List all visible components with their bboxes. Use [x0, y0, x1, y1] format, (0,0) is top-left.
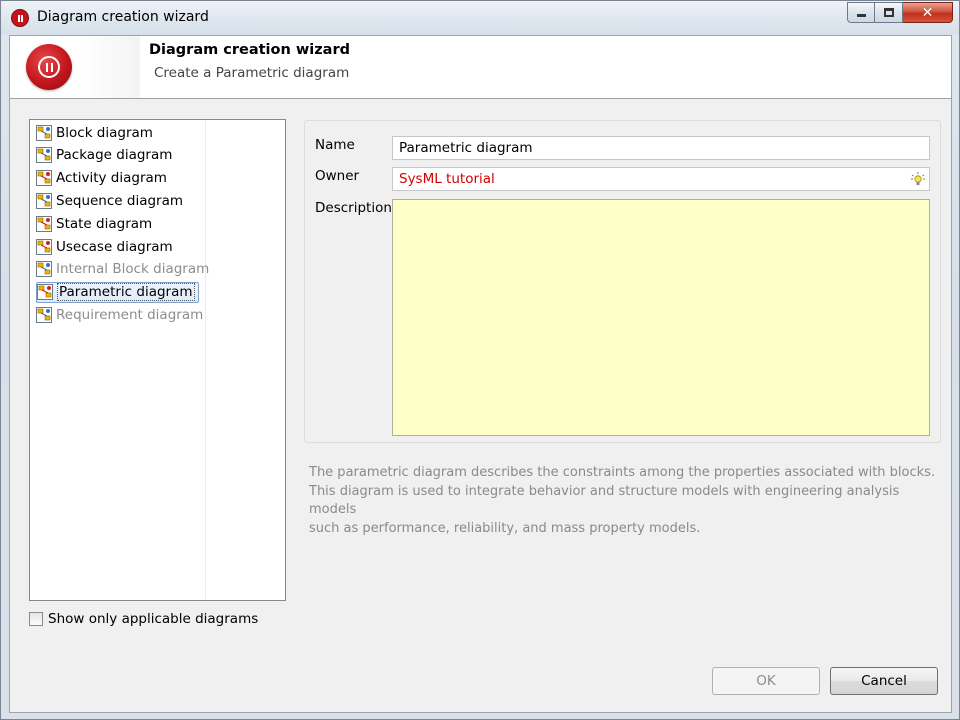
- wizard-subtitle: Create a Parametric diagram: [154, 65, 350, 81]
- brand-logo-icon: [26, 44, 72, 90]
- diagram-type-label: Parametric diagram: [57, 283, 195, 302]
- help-line: The parametric diagram describes the con…: [309, 465, 936, 480]
- diagram-help-text: The parametric diagram describes the con…: [309, 464, 939, 538]
- dialog-client-area: Diagram creation wizard Create a Paramet…: [9, 35, 952, 713]
- sequence-diagram-icon: [36, 192, 52, 209]
- diagram-type-item[interactable]: State diagram: [36, 213, 155, 234]
- diagram-type-item[interactable]: Requirement diagram: [36, 304, 206, 325]
- block-diagram-icon: [36, 124, 52, 141]
- state-diagram-icon: [36, 215, 52, 232]
- show-only-applicable-label: Show only applicable diagrams: [48, 611, 259, 627]
- package-diagram-icon: [36, 147, 52, 164]
- list-column-divider: [205, 120, 206, 600]
- diagram-type-item[interactable]: Parametric diagram: [36, 281, 199, 303]
- owner-value: SysML tutorial: [399, 171, 495, 187]
- owner-field[interactable]: SysML tutorial: [392, 167, 930, 191]
- wizard-title: Diagram creation wizard: [149, 42, 350, 58]
- window-title: Diagram creation wizard: [37, 9, 209, 25]
- diagram-type-label: State diagram: [56, 215, 153, 232]
- close-button[interactable]: ✕: [903, 2, 953, 23]
- show-only-applicable-option[interactable]: Show only applicable diagrams: [29, 610, 258, 628]
- usecase-diagram-icon: [36, 238, 52, 255]
- description-label: Description: [315, 200, 392, 216]
- diagram-type-label: Usecase diagram: [56, 238, 173, 255]
- ok-button[interactable]: OK: [712, 667, 820, 695]
- parametric-diagram-icon: [37, 284, 53, 301]
- help-line: This diagram is used to integrate behavi…: [309, 483, 900, 518]
- minimize-icon: [856, 14, 866, 17]
- diagram-type-item[interactable]: Package diagram: [36, 145, 175, 166]
- close-icon: ✕: [921, 4, 934, 21]
- diagram-type-label: Block diagram: [56, 124, 153, 141]
- diagram-type-item[interactable]: Sequence diagram: [36, 190, 186, 211]
- diagram-type-label: Requirement diagram: [56, 306, 204, 323]
- app-logo-icon: [11, 9, 29, 27]
- diagram-properties-group: Name Parametric diagram Owner SysML tuto…: [304, 120, 941, 443]
- cancel-button[interactable]: Cancel: [830, 667, 938, 695]
- maximize-icon: [883, 8, 894, 17]
- activity-diagram-icon: [36, 170, 52, 187]
- diagram-type-item[interactable]: Activity diagram: [36, 168, 170, 189]
- dialog-window: Diagram creation wizard ✕ Diagram creati…: [0, 0, 960, 720]
- name-label: Name: [315, 137, 355, 153]
- window-controls: ✕: [847, 2, 953, 24]
- diagram-type-label: Internal Block diagram: [56, 261, 210, 278]
- requirement-diagram-icon: [36, 306, 52, 323]
- lightbulb-icon[interactable]: [911, 172, 925, 186]
- wizard-logo: [10, 36, 140, 98]
- internal-block-diagram-icon: [36, 261, 52, 278]
- minimize-button[interactable]: [847, 2, 875, 23]
- diagram-type-item[interactable]: Usecase diagram: [36, 236, 176, 257]
- owner-label: Owner: [315, 168, 360, 184]
- help-line: such as performance, reliability, and ma…: [309, 520, 701, 536]
- diagram-type-label: Package diagram: [56, 147, 173, 164]
- diagram-type-item[interactable]: Block diagram: [36, 122, 156, 143]
- diagram-type-label: Activity diagram: [56, 170, 167, 187]
- maximize-button[interactable]: [875, 2, 903, 23]
- title-bar[interactable]: Diagram creation wizard ✕: [1, 1, 959, 35]
- diagram-type-label: Sequence diagram: [56, 192, 184, 209]
- description-textarea[interactable]: [392, 199, 930, 436]
- wizard-banner: Diagram creation wizard Create a Paramet…: [10, 36, 951, 99]
- name-input[interactable]: Parametric diagram: [392, 136, 930, 160]
- diagram-type-item[interactable]: Internal Block diagram: [36, 259, 212, 280]
- diagram-type-list[interactable]: Block diagram Package diagram Activity dia…: [29, 119, 286, 601]
- show-only-applicable-checkbox[interactable]: [29, 612, 43, 626]
